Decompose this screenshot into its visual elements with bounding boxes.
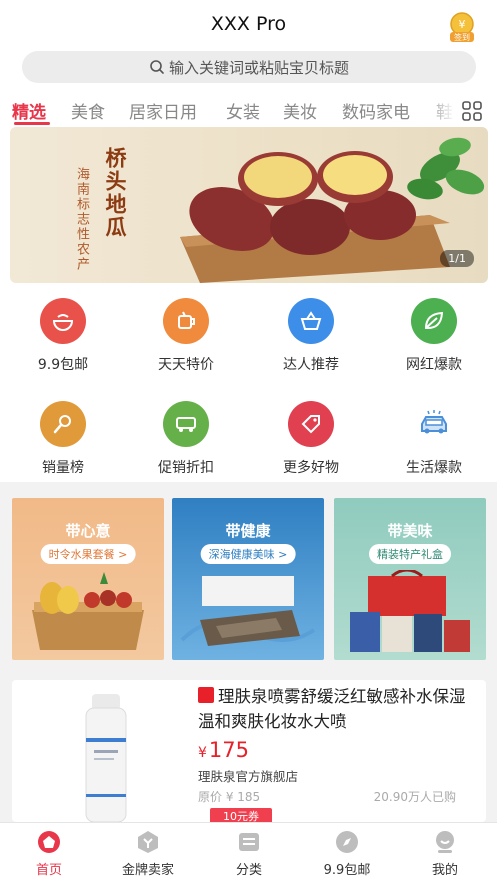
shop-name: 理肤泉官方旗舰店 xyxy=(198,769,299,784)
category-icon xyxy=(239,833,259,851)
category-label: 达人推荐 xyxy=(283,357,339,373)
category-label: 销量榜 xyxy=(42,460,84,476)
car-wash-icon xyxy=(411,401,457,447)
compass-icon xyxy=(336,831,358,853)
grid-icon xyxy=(462,101,482,121)
tabs-fade xyxy=(425,92,455,128)
category-label: 生活爆款 xyxy=(406,460,462,476)
search-bar[interactable]: 输入关键词或粘贴宝贝标题 xyxy=(22,51,476,83)
category-item[interactable]: 网红爆款 xyxy=(389,298,479,374)
nav-free-shipping[interactable]: 9.9包邮 xyxy=(302,829,392,878)
nav-profile[interactable]: 我的 xyxy=(400,829,490,878)
promo-card-tasty[interactable]: 带美味 精装特产礼盒 xyxy=(334,498,486,660)
app-title: XXX Pro xyxy=(210,13,287,35)
section-divider xyxy=(0,482,497,490)
promo-pill: 时令水果套餐 > xyxy=(40,544,136,564)
nav-label: 9.9包邮 xyxy=(323,863,371,878)
nav-label: 金牌卖家 xyxy=(121,863,174,878)
search-placeholder: 输入关键词或粘贴宝贝标题 xyxy=(168,58,349,77)
promo-title: 带健康 xyxy=(225,522,271,540)
tab-beauty[interactable]: 美妆 xyxy=(283,98,317,123)
promo-title: 带美味 xyxy=(387,522,433,540)
bowl-icon xyxy=(40,298,86,344)
sold-count: 20.90万人已购 xyxy=(373,790,456,804)
tab-women[interactable]: 女装 xyxy=(226,98,260,123)
banner-subtitle: 海南标志性农产 xyxy=(74,167,89,272)
coin-icon: ¥ 签到 xyxy=(450,12,474,42)
promo-cards: 带心意 时令水果套餐 > 带健康 深海健康美味 > 带美味 精装特产礼盒 xyxy=(0,490,497,672)
tab-digital[interactable]: 数码家电 xyxy=(342,98,410,123)
nav-label: 分类 xyxy=(235,863,262,878)
category-item[interactable]: 天天特价 xyxy=(141,298,231,374)
nav-label: 我的 xyxy=(431,863,458,878)
gift-box-illustration xyxy=(350,570,470,652)
spray-bottle-image xyxy=(85,694,127,822)
profile-icon xyxy=(436,831,454,853)
currency-symbol: ¥ xyxy=(198,745,207,761)
fruit-box-illustration xyxy=(32,572,144,650)
price-value: 175 xyxy=(208,738,250,762)
basket-icon xyxy=(288,298,334,344)
header: XXX Pro ¥ 签到 xyxy=(0,0,497,48)
promo-title: 带心意 xyxy=(65,522,111,540)
seller-icon xyxy=(138,831,158,853)
tab-featured[interactable]: 精选 xyxy=(12,98,46,123)
app-screen: XXX Pro ¥ 签到 输入关键词或粘贴宝贝标题 精选 美食 居家日用 女装 … xyxy=(0,0,497,883)
bottom-nav: 首页 金牌卖家 分类 9.9包邮 我的 xyxy=(0,822,497,883)
leaf-icon xyxy=(411,298,457,344)
nav-home[interactable]: 首页 xyxy=(4,829,94,878)
product-card[interactable]: 理肤泉喷雾舒缓泛红敏感补水保湿温和爽肤化妆水大喷 ¥175 理肤泉官方旗舰店 原… xyxy=(12,680,486,822)
banner-pager: 1/1 xyxy=(440,250,474,267)
cup-icon xyxy=(163,298,209,344)
product-title: 理肤泉喷雾舒缓泛红敏感补水保湿温和爽肤化妆水大喷 xyxy=(198,687,466,731)
nav-seller[interactable]: 金牌卖家 xyxy=(103,829,193,878)
coupon-badge[interactable]: 10元券 xyxy=(210,808,272,822)
original-price: 原价 ¥ 185 xyxy=(198,790,261,804)
product-price: ¥175 xyxy=(198,738,249,762)
promo-card-gift[interactable]: 带心意 时令水果套餐 > xyxy=(12,498,164,660)
search-icon xyxy=(150,60,164,74)
truck-icon xyxy=(163,401,209,447)
microphone-icon xyxy=(40,401,86,447)
category-item[interactable]: 促销折扣 xyxy=(141,401,231,477)
tag-icon xyxy=(288,401,334,447)
category-label: 更多好物 xyxy=(283,460,339,476)
tab-home[interactable]: 居家日用 xyxy=(129,98,197,123)
all-categories-button[interactable] xyxy=(461,100,483,122)
signin-label: 签到 xyxy=(454,32,470,42)
nav-category[interactable]: 分类 xyxy=(204,829,294,878)
category-item[interactable]: 达人推荐 xyxy=(266,298,356,374)
category-tabs: 精选 美食 居家日用 女装 美妆 数码家电 鞋 xyxy=(0,92,497,128)
seafood-illustration xyxy=(180,576,316,646)
category-item[interactable]: 销量榜 xyxy=(18,401,108,477)
banner-title: 桥头地瓜 xyxy=(103,147,127,239)
tab-indicator xyxy=(14,122,50,125)
home-icon xyxy=(38,831,60,853)
category-label: 促销折扣 xyxy=(158,460,214,476)
category-item[interactable]: 生活爆款 xyxy=(389,401,479,477)
promo-banner[interactable]: 桥头地瓜 海南标志性农产 1/1 xyxy=(10,127,488,283)
promo-pill: 精装特产礼盒 xyxy=(369,544,451,564)
category-label: 9.9包邮 xyxy=(37,357,89,373)
svg-text:¥: ¥ xyxy=(459,18,466,31)
category-label: 天天特价 xyxy=(158,357,214,373)
tab-food[interactable]: 美食 xyxy=(71,98,105,123)
promo-card-health[interactable]: 带健康 深海健康美味 > xyxy=(172,498,324,660)
nav-label: 首页 xyxy=(35,863,62,878)
category-item[interactable]: 更多好物 xyxy=(266,401,356,477)
promo-pill: 深海健康美味 > xyxy=(200,544,296,564)
signin-button[interactable]: ¥ 签到 xyxy=(445,10,479,44)
category-label: 网红爆款 xyxy=(406,357,462,373)
category-item[interactable]: 9.9包邮 xyxy=(18,298,108,374)
